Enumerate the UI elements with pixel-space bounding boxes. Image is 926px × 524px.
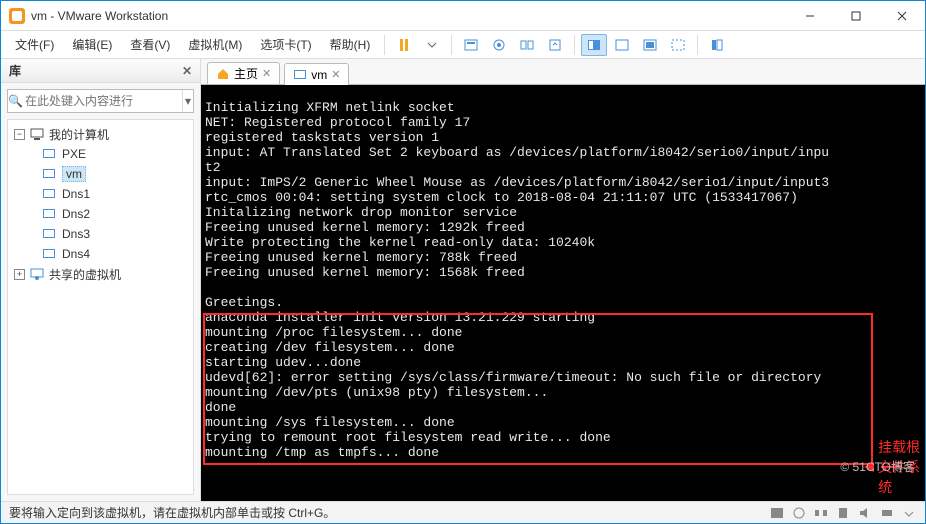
separator — [384, 35, 385, 55]
body: 库 ✕ 🔍 ▾ − 我的计算机 PXE vm Dns1 Dns2 Dns3 Dns4 + … — [1, 59, 925, 501]
tab-close-button[interactable]: ✕ — [262, 67, 271, 80]
tree-vm-dns2[interactable]: Dns2 — [8, 204, 193, 224]
console-area[interactable]: Initializing XFRM netlink socket NET: Re… — [201, 85, 925, 501]
window-title: vm - VMware Workstation — [31, 9, 787, 23]
collapse-icon[interactable]: − — [14, 129, 25, 140]
separator — [697, 35, 698, 55]
tab-vm-label: vm — [311, 68, 327, 82]
sidebar-title: 库 — [9, 62, 21, 79]
tree-vm-label: Dns1 — [62, 187, 90, 201]
main-area: 主页 ✕ vm ✕ Initializing XFRM netlink sock… — [201, 59, 925, 501]
menu-file[interactable]: 文件(F) — [7, 32, 62, 57]
vm-icon — [42, 207, 58, 221]
tree-vm-dns4[interactable]: Dns4 — [8, 244, 193, 264]
menu-vm[interactable]: 虚拟机(M) — [180, 32, 250, 57]
tree-vm-pxe[interactable]: PXE — [8, 144, 193, 164]
vm-tree[interactable]: − 我的计算机 PXE vm Dns1 Dns2 Dns3 Dns4 + 共享的虚拟机 — [7, 119, 194, 495]
tab-home[interactable]: 主页 ✕ — [207, 62, 280, 84]
computer-icon — [29, 127, 45, 141]
maximize-icon — [851, 11, 861, 21]
vm-icon — [42, 147, 58, 161]
vm-icon — [42, 227, 58, 241]
tree-shared-label: 共享的虚拟机 — [49, 266, 121, 283]
library-sidebar: 库 ✕ 🔍 ▾ − 我的计算机 PXE vm Dns1 Dns2 Dns3 Dns4 + … — [1, 59, 201, 501]
revert-button[interactable] — [542, 34, 568, 56]
printer-icon[interactable] — [879, 506, 895, 520]
maximize-button[interactable] — [833, 1, 879, 31]
view-fullscreen-button[interactable] — [637, 34, 663, 56]
usb-icon[interactable] — [835, 506, 851, 520]
view-stretch-button[interactable] — [665, 34, 691, 56]
tree-root-label: 我的计算机 — [49, 126, 109, 143]
snapshot-button[interactable] — [486, 34, 512, 56]
minimize-button[interactable] — [787, 1, 833, 31]
tree-vm-vm[interactable]: vm — [8, 164, 193, 184]
send-ctrl-alt-del-button[interactable] — [458, 34, 484, 56]
tree-vm-dns1[interactable]: Dns1 — [8, 184, 193, 204]
tab-vm[interactable]: vm ✕ — [284, 63, 349, 85]
home-icon — [216, 67, 230, 81]
library-toggle-button[interactable] — [704, 34, 730, 56]
snapshot-manager-button[interactable] — [514, 34, 540, 56]
vm-icon — [42, 187, 58, 201]
sidebar-header: 库 ✕ — [1, 59, 200, 83]
status-icons — [769, 506, 917, 520]
tree-root-my-computer[interactable]: − 我的计算机 — [8, 124, 193, 144]
menu-edit[interactable]: 编辑(E) — [64, 32, 120, 57]
separator — [451, 35, 452, 55]
search-box[interactable]: 🔍 ▾ — [7, 89, 194, 113]
vm-icon — [42, 167, 58, 181]
vm-icon — [293, 68, 307, 82]
app-logo-icon — [9, 8, 25, 24]
separator — [574, 35, 575, 55]
expand-icon[interactable]: + — [14, 269, 25, 280]
shared-icon — [29, 267, 45, 281]
close-icon — [897, 11, 907, 21]
power-dropdown[interactable] — [419, 34, 445, 56]
view-unity-button[interactable] — [609, 34, 635, 56]
tree-shared-vms[interactable]: + 共享的虚拟机 — [8, 264, 193, 284]
tree-vm-label: PXE — [62, 147, 86, 161]
titlebar: vm - VMware Workstation — [1, 1, 925, 31]
tab-strip: 主页 ✕ vm ✕ — [201, 59, 925, 85]
sound-icon[interactable] — [857, 506, 873, 520]
status-text: 要将输入定向到该虚拟机，请在虚拟机内部单击或按 Ctrl+G。 — [9, 504, 335, 521]
network-icon[interactable] — [813, 506, 829, 520]
search-icon: 🔍 — [8, 94, 23, 108]
search-input[interactable] — [23, 93, 182, 109]
tree-vm-dns3[interactable]: Dns3 — [8, 224, 193, 244]
sidebar-close-button[interactable]: ✕ — [182, 64, 192, 78]
disk-icon[interactable] — [769, 506, 785, 520]
watermark: © 51CTO博客 — [840, 458, 915, 475]
console-output: Initializing XFRM netlink socket NET: Re… — [201, 98, 925, 488]
tree-vm-label: vm — [62, 166, 86, 182]
tree-vm-label: Dns3 — [62, 227, 90, 241]
menu-help[interactable]: 帮助(H) — [322, 32, 379, 57]
search-dropdown-button[interactable]: ▾ — [182, 90, 193, 112]
statusbar: 要将输入定向到该虚拟机，请在虚拟机内部单击或按 Ctrl+G。 — [1, 501, 925, 523]
pause-button[interactable] — [391, 34, 417, 56]
menu-view[interactable]: 查看(V) — [122, 32, 178, 57]
cd-icon[interactable] — [791, 506, 807, 520]
tab-home-label: 主页 — [234, 65, 258, 82]
menu-tabs[interactable]: 选项卡(T) — [252, 32, 319, 57]
vm-icon — [42, 247, 58, 261]
close-button[interactable] — [879, 1, 925, 31]
tab-close-button[interactable]: ✕ — [331, 68, 340, 81]
more-icon[interactable] — [901, 506, 917, 520]
view-console-button[interactable] — [581, 34, 607, 56]
tree-vm-label: Dns4 — [62, 247, 90, 261]
tree-vm-label: Dns2 — [62, 207, 90, 221]
menubar: 文件(F) 编辑(E) 查看(V) 虚拟机(M) 选项卡(T) 帮助(H) — [1, 31, 925, 59]
minimize-icon — [805, 11, 815, 21]
